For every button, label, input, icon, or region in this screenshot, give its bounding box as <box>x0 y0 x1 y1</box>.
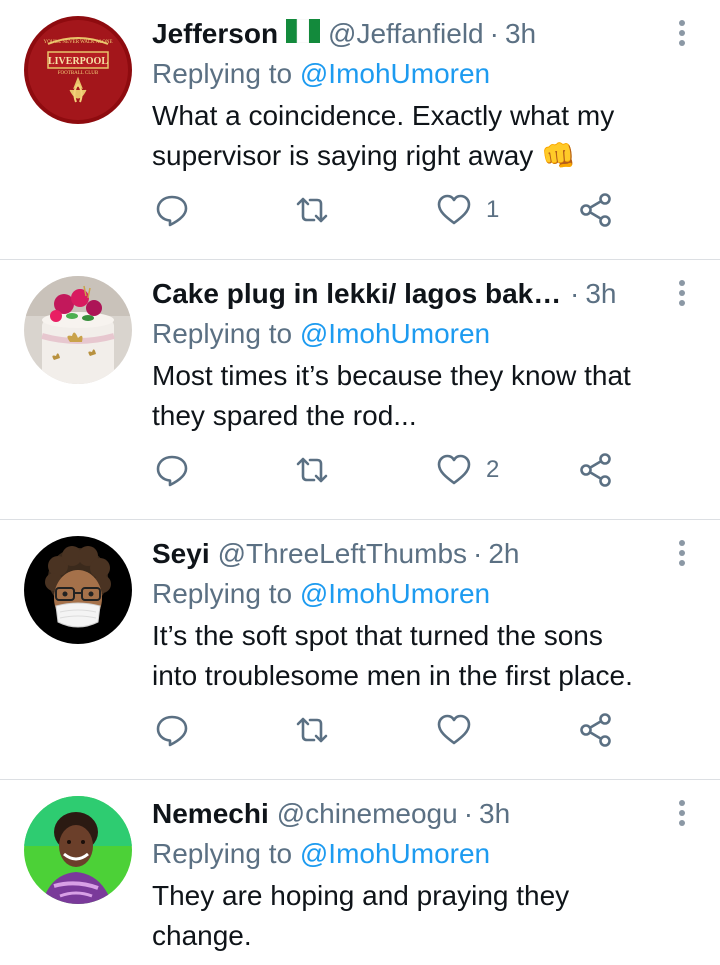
reply-icon <box>156 195 188 227</box>
share-button[interactable] <box>578 190 614 230</box>
tweet[interactable]: Seyi @ThreeLeftThumbs · 2h Replying to @… <box>0 520 720 780</box>
like-button[interactable]: 2 <box>436 450 499 490</box>
replying-prefix: Replying to <box>152 318 293 349</box>
nigeria-flag-icon <box>286 14 321 54</box>
separator-dot: · <box>489 18 499 49</box>
user-handle[interactable]: @Jeffanfield <box>328 14 484 54</box>
mention-link[interactable]: @ImohUmoren <box>300 58 490 89</box>
heart-icon <box>437 714 471 745</box>
replying-prefix: Replying to <box>152 838 293 869</box>
selfie-avatar <box>24 796 132 904</box>
svg-text:LIVERPOOL: LIVERPOOL <box>48 56 108 67</box>
reply-icon <box>156 715 188 747</box>
retweet-icon <box>296 197 328 223</box>
share-button[interactable] <box>578 710 614 750</box>
retweet-icon <box>296 457 328 483</box>
tweet-actions <box>154 710 624 750</box>
share-icon <box>580 453 611 487</box>
like-button[interactable]: 1 <box>436 190 499 230</box>
reply-feed: YOU'LL NEVER WALK ALONE LIVERPOOL FOOTBA… <box>0 0 720 965</box>
reply-button[interactable] <box>154 710 190 750</box>
timestamp[interactable]: 3h <box>585 274 616 314</box>
display-name[interactable]: Cake plug in lekki/ lagos baker … <box>152 274 564 314</box>
reply-button[interactable] <box>154 450 190 490</box>
tweet-actions: 1 <box>154 190 624 230</box>
avatar[interactable] <box>24 796 132 904</box>
more-options-icon[interactable] <box>674 538 690 568</box>
tweet[interactable]: YOU'LL NEVER WALK ALONE LIVERPOOL FOOTBA… <box>0 0 720 260</box>
avatar[interactable] <box>24 536 132 644</box>
more-options-icon[interactable] <box>674 278 690 308</box>
separator-dot: · <box>570 278 580 309</box>
reply-icon <box>156 455 188 487</box>
more-options-icon[interactable] <box>674 18 690 48</box>
tweet-body: Jefferson @Jeffanfield · 3h Replying to … <box>152 14 660 176</box>
separator-dot: · <box>473 538 483 569</box>
avatar[interactable]: YOU'LL NEVER WALK ALONE LIVERPOOL FOOTBA… <box>24 16 132 124</box>
tweet-header: Nemechi @chinemeogu · 3h <box>152 794 660 834</box>
heart-icon <box>437 194 471 225</box>
avatar[interactable] <box>24 276 132 384</box>
reply-button[interactable] <box>154 190 190 230</box>
replying-prefix: Replying to <box>152 58 293 89</box>
timestamp[interactable]: 3h <box>479 794 510 834</box>
svg-text:YOU'LL NEVER WALK ALONE: YOU'LL NEVER WALK ALONE <box>43 40 112 45</box>
share-button[interactable] <box>578 450 614 490</box>
heart-icon <box>437 454 471 485</box>
display-name[interactable]: Seyi <box>152 534 210 574</box>
like-count: 1 <box>486 196 500 223</box>
tweet-body: Cake plug in lekki/ lagos baker … · 3h R… <box>152 274 660 436</box>
timestamp[interactable]: 3h <box>505 14 536 54</box>
tweet-body: Seyi @ThreeLeftThumbs · 2h Replying to @… <box>152 534 660 696</box>
separator-dot: · <box>463 798 474 829</box>
user-handle[interactable]: @chinemeogu <box>277 794 458 834</box>
like-count: 2 <box>486 456 500 483</box>
liverpool-crest-avatar: YOU'LL NEVER WALK ALONE LIVERPOOL FOOTBA… <box>24 16 132 124</box>
memoji-avatar <box>24 536 132 644</box>
mention-link[interactable]: @ImohUmoren <box>300 318 490 349</box>
tweet-header: Seyi @ThreeLeftThumbs · 2h <box>152 534 660 574</box>
replying-prefix: Replying to <box>152 578 293 609</box>
tweet-text: They are hoping and praying they change. <box>152 880 570 951</box>
tweet-header: Jefferson @Jeffanfield · 3h <box>152 14 660 54</box>
tweet-text: Most times it’s because they know that t… <box>152 360 631 431</box>
replying-to: Replying to @ImohUmoren <box>152 834 660 874</box>
tweet-header: Cake plug in lekki/ lagos baker … · 3h <box>152 274 660 314</box>
user-handle[interactable]: @ThreeLeftThumbs <box>218 534 467 574</box>
replying-to: Replying to @ImohUmoren <box>152 314 660 354</box>
display-name[interactable]: Jefferson <box>152 14 278 54</box>
tweet[interactable]: Cake plug in lekki/ lagos baker … · 3h R… <box>0 260 720 520</box>
mention-link[interactable]: @ImohUmoren <box>300 578 490 609</box>
share-icon <box>580 713 611 747</box>
retweet-button[interactable] <box>294 190 330 230</box>
like-button[interactable] <box>436 710 486 750</box>
mention-link[interactable]: @ImohUmoren <box>300 838 490 869</box>
timestamp[interactable]: 2h <box>488 534 519 574</box>
share-icon <box>580 193 611 227</box>
replying-to: Replying to @ImohUmoren <box>152 574 660 614</box>
tweet-text: What a coincidence. Exactly what my supe… <box>152 100 615 171</box>
retweet-button[interactable] <box>294 710 330 750</box>
tweet-actions: 2 <box>154 450 624 490</box>
tweet-text: It’s the soft spot that turned the sons … <box>152 620 633 691</box>
cake-photo-avatar <box>24 276 132 384</box>
svg-text:FOOTBALL CLUB: FOOTBALL CLUB <box>58 71 99 76</box>
display-name[interactable]: Nemechi <box>152 794 269 834</box>
more-options-icon[interactable] <box>674 798 690 828</box>
retweet-button[interactable] <box>294 450 330 490</box>
tweet-body: Nemechi @chinemeogu · 3h Replying to @Im… <box>152 794 660 956</box>
replying-to: Replying to @ImohUmoren <box>152 54 660 94</box>
tweet[interactable]: Nemechi @chinemeogu · 3h Replying to @Im… <box>0 780 720 965</box>
retweet-icon <box>296 717 328 743</box>
